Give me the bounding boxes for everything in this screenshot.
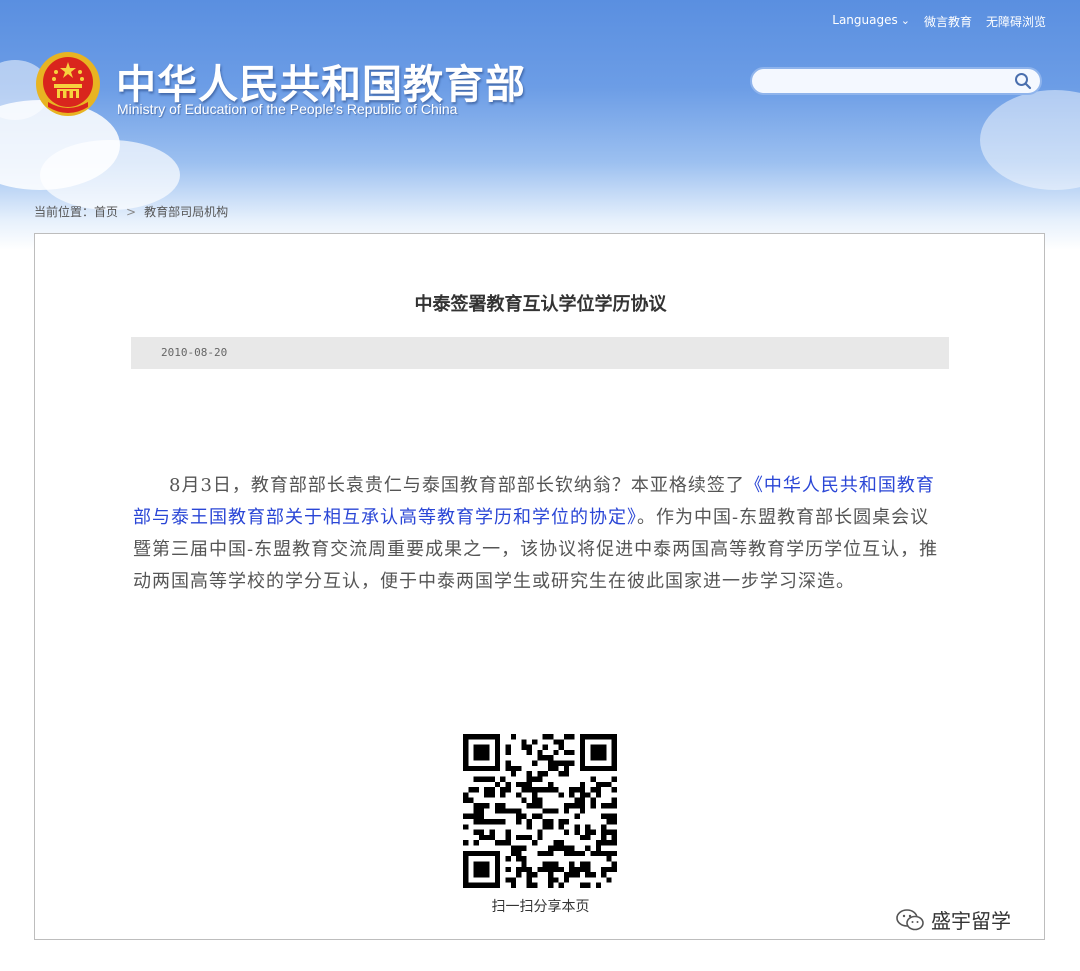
dandelion-decoration xyxy=(980,90,1080,190)
article-body-part1: 8月3日，教育部部长袁贵仁与泰国教育部部长钦纳翁？本亚格续签了 xyxy=(169,475,745,496)
search-icon[interactable] xyxy=(1014,72,1032,90)
breadcrumb-home-link[interactable]: 首页 xyxy=(94,205,118,219)
article-container: 中泰签署教育互认学位学历协议 2010-08-20 8月3日，教育部部长袁贵仁与… xyxy=(34,233,1045,940)
article-date: 2010-08-20 xyxy=(161,346,228,359)
search-box xyxy=(750,67,1042,95)
watermark: 盛宇留学 xyxy=(895,905,1011,934)
national-emblem-icon xyxy=(36,52,100,116)
search-input[interactable] xyxy=(762,71,1006,93)
top-nav: Languages ⌄ 微言教育 无障碍浏览 xyxy=(832,13,1046,30)
breadcrumb-separator: > xyxy=(126,205,137,219)
qr-code-icon xyxy=(463,734,617,888)
breadcrumb: 当前位置：首页 > 教育部司局机构 xyxy=(34,203,228,220)
nav-weibo-link[interactable]: 微言教育 xyxy=(924,13,972,30)
site-subtitle: Ministry of Education of the People's Re… xyxy=(117,101,458,117)
wechat-icon xyxy=(896,908,924,930)
watermark-text: 盛宇留学 xyxy=(931,909,1011,933)
nav-accessibility-link[interactable]: 无障碍浏览 xyxy=(986,13,1046,30)
chevron-down-icon: ⌄ xyxy=(900,14,910,27)
languages-menu[interactable]: Languages ⌄ xyxy=(832,13,910,30)
article-body: 8月3日，教育部部长袁贵仁与泰国教育部部长钦纳翁？本亚格续签了《中华人民共和国教… xyxy=(133,470,945,598)
cloud-decoration xyxy=(40,140,180,210)
breadcrumb-current-link[interactable]: 教育部司局机构 xyxy=(144,205,228,219)
article-title: 中泰签署教育互认学位学历协议 xyxy=(414,294,667,315)
breadcrumb-label: 当前位置： xyxy=(34,205,95,219)
article-date-bar: 2010-08-20 xyxy=(131,337,949,369)
